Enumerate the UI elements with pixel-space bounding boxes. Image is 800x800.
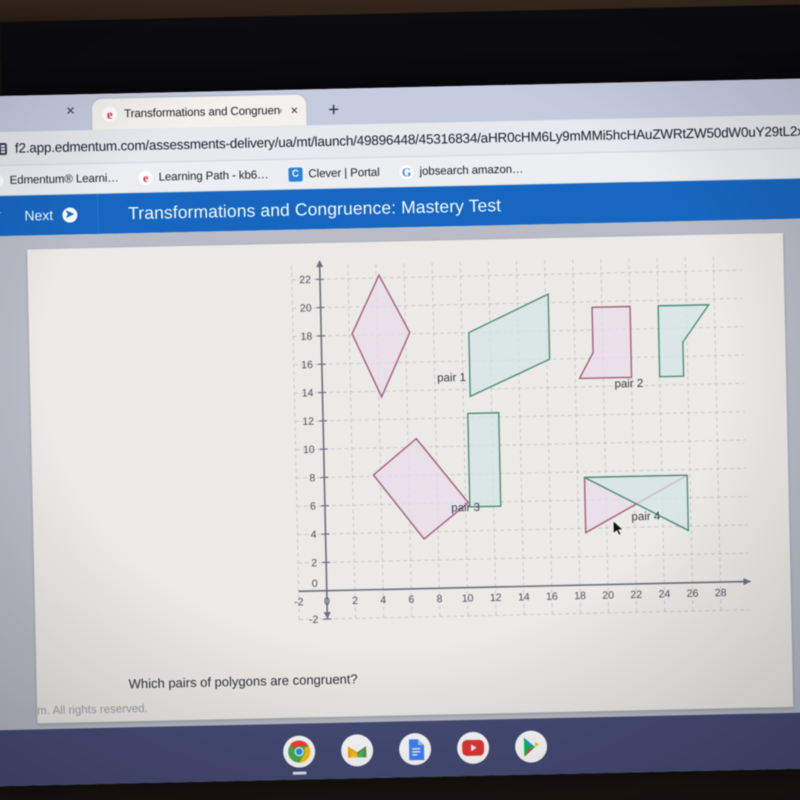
- polygon-kite: [351, 273, 411, 399]
- content-area: -2 0 2 4 6 8 10 12 14 16 18 20 22 24 26 28 -2 0 2 4 6 8 10 12 14…: [0, 218, 800, 757]
- x-tick-label: 24: [658, 588, 670, 600]
- bookmark-learning-path[interactable]: e Learning Path - kb6…: [138, 168, 269, 185]
- polygon-parallelogram: [468, 293, 551, 398]
- gmail-icon[interactable]: [340, 734, 374, 767]
- x-tick-label: 26: [687, 588, 699, 600]
- grid-line-vertical: [431, 262, 441, 617]
- tab-title: Transformations and Congruenc: [124, 104, 282, 120]
- arrow-right-circle-icon: ➤: [62, 206, 78, 223]
- edmentum-e-icon: e: [138, 170, 153, 185]
- next-button[interactable]: Next ➤: [9, 193, 99, 236]
- x-tick-label: 4: [380, 594, 386, 606]
- polygon-pentagon-left: [578, 305, 633, 380]
- polygon-pentagon-right: [657, 304, 711, 378]
- x-axis: [298, 580, 751, 593]
- grid-line-horizontal: [295, 439, 746, 451]
- grid-line-horizontal: [294, 411, 745, 422]
- bookmark-jobsearch-amazon[interactable]: G jobsearch amazon…: [399, 162, 523, 179]
- edmentum-e-icon: e: [0, 173, 4, 188]
- y-tick-label: 14: [302, 387, 314, 399]
- previous-tab-close-icon[interactable]: ×: [66, 102, 75, 119]
- pair-label: pair 3: [451, 502, 480, 515]
- browser-tab-active[interactable]: e Transformations and Congruenc ×: [91, 94, 307, 131]
- site-info-icon[interactable]: [0, 142, 8, 155]
- grid-line-vertical: [572, 259, 581, 614]
- x-axis-arrow: [743, 578, 751, 586]
- y-tick-label: 18: [300, 331, 312, 343]
- x-tick-label: 22: [630, 589, 642, 601]
- question-prompt: Which pairs of polygons are congruent?: [128, 671, 358, 692]
- google-g-icon: G: [399, 164, 414, 179]
- x-tick-label: 18: [574, 590, 586, 602]
- y-tick-label: 0: [312, 578, 318, 590]
- coordinate-plane: -2 0 2 4 6 8 10 12 14 16 18 20 22 24 26 28 -2 0 2 4 6 8 10 12 14…: [247, 248, 756, 659]
- y-tick-label: 20: [300, 302, 312, 314]
- x-tick-label: 6: [408, 594, 414, 606]
- grid-line-horizontal: [294, 382, 745, 394]
- bookmark-edmentum-learning[interactable]: e Edmentum® Learni…: [0, 171, 119, 188]
- pair-label: pair 2: [614, 378, 643, 391]
- bookmark-label: Clever | Portal: [308, 166, 380, 180]
- next-button-label: Next: [24, 206, 54, 224]
- x-tick-label: 2: [352, 595, 358, 607]
- screen: × e Transformations and Congruenc × + f2…: [0, 78, 800, 787]
- y-tick-label: 16: [301, 359, 313, 371]
- x-tick-label: 8: [436, 593, 442, 605]
- x-tick-label: 20: [602, 589, 614, 601]
- y-tick-label: 4: [311, 529, 317, 541]
- grid-line-vertical: [712, 256, 722, 611]
- chrome-icon[interactable]: [282, 735, 316, 775]
- copyright-text: m. All rights reserved.: [37, 702, 148, 718]
- bookmark-label: Edmentum® Learni…: [9, 171, 119, 187]
- pair-label: pair 4: [631, 511, 661, 524]
- grid-line-vertical: [291, 265, 300, 620]
- x-tick-label: 14: [518, 591, 530, 603]
- question-card: -2 0 2 4 6 8 10 12 14 16 18 20 22 24 26 28 -2 0 2 4 6 8 10 12 14…: [27, 232, 794, 724]
- grid-line-vertical: [459, 262, 469, 616]
- youtube-icon[interactable]: [456, 731, 490, 765]
- y-tick-label: -2: [309, 614, 319, 626]
- y-tick-label: 8: [309, 472, 315, 484]
- bookmark-label: jobsearch amazon…: [419, 163, 524, 178]
- y-axis-arrow: [316, 260, 324, 268]
- x-tick-label: 16: [546, 591, 558, 603]
- polygon-rotated-rectangle: [372, 437, 470, 541]
- docs-icon[interactable]: [398, 732, 432, 766]
- checkmark-icon[interactable]: ✓: [0, 207, 11, 225]
- bookmark-label: Learning Path - kb6…: [158, 168, 269, 184]
- y-axis-arrow-down: [323, 611, 331, 620]
- y-tick-label: 2: [311, 557, 317, 569]
- grid-line-vertical: [347, 264, 356, 619]
- x-tick-label: 10: [462, 593, 474, 605]
- polygon-graph: -2 0 2 4 6 8 10 12 14 16 18 20 22 24 26 28-202468101214…: [291, 256, 751, 626]
- polygon-upright-rectangle: [467, 412, 502, 508]
- bookmark-clever-portal[interactable]: C Clever | Portal: [288, 165, 380, 182]
- grid-line-vertical: [403, 263, 413, 618]
- clever-c-icon: C: [288, 166, 303, 182]
- x-tick-label: 12: [490, 592, 502, 604]
- new-tab-button[interactable]: +: [322, 100, 346, 121]
- edmentum-e-icon: e: [102, 106, 118, 122]
- play-store-icon[interactable]: [514, 730, 548, 763]
- page-title: Transformations and Congruence: Mastery …: [127, 194, 502, 223]
- y-tick-label: 22: [299, 274, 311, 286]
- close-icon[interactable]: ×: [288, 102, 300, 118]
- x-tick-label: 0: [324, 596, 330, 608]
- y-axis: [318, 261, 329, 620]
- y-tick-label: 12: [302, 416, 314, 428]
- y-tick-label: 6: [310, 501, 316, 513]
- x-tick-label: -2: [294, 596, 304, 608]
- pair-label: pair 1: [437, 372, 466, 385]
- x-tick-label: 28: [715, 587, 727, 599]
- grid-line-horizontal: [298, 552, 748, 564]
- photo-of-screen: × e Transformations and Congruenc × + f2…: [0, 0, 800, 800]
- y-tick-label: 10: [303, 444, 315, 456]
- active-app-indicator: [292, 771, 307, 775]
